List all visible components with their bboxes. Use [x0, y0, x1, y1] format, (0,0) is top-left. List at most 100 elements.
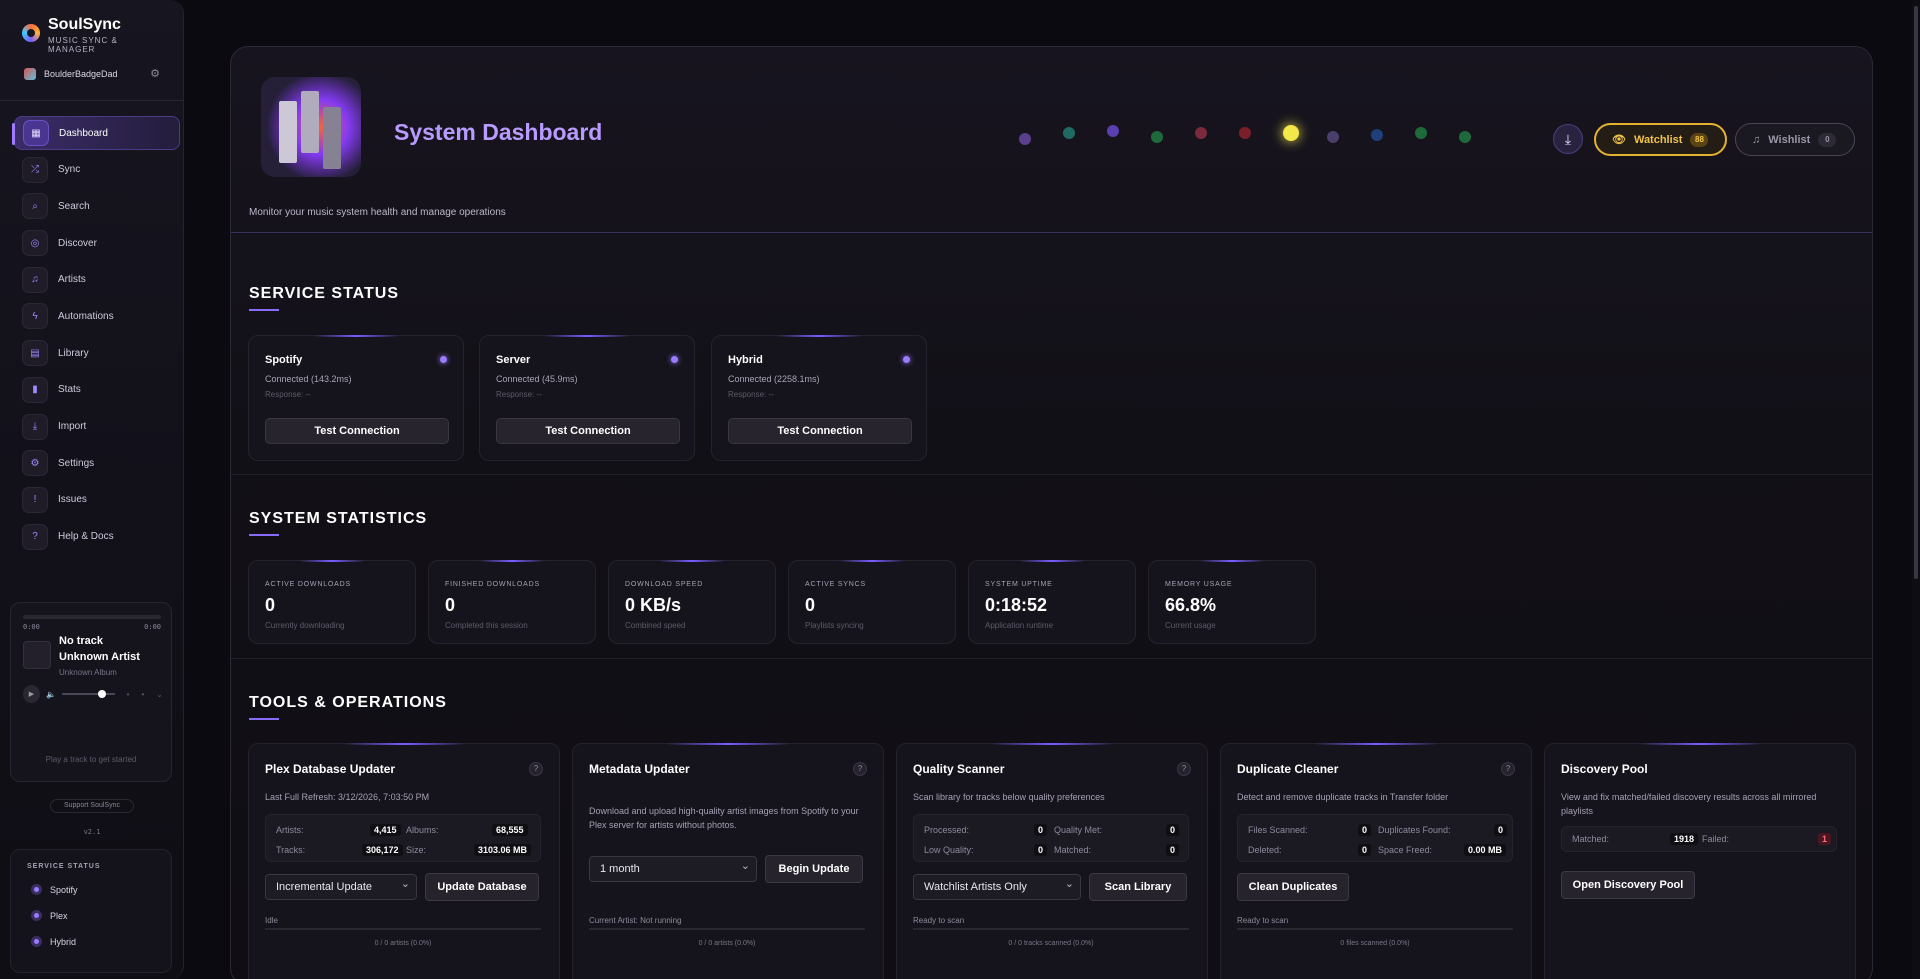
- version-label: v2.1: [83, 828, 101, 836]
- support-button[interactable]: Support SoulSync: [50, 799, 134, 813]
- status-indicator: [903, 356, 910, 363]
- tool-title: Duplicate Cleaner: [1237, 762, 1339, 776]
- help-icon[interactable]: ?: [1177, 762, 1191, 776]
- volume-slider[interactable]: [61, 690, 115, 698]
- sidebar-item-issues[interactable]: ! Issues: [14, 483, 180, 517]
- progress-bar: [913, 928, 1189, 930]
- sidebar-item-dashboard[interactable]: ▦ Dashboard: [12, 116, 180, 150]
- nav-label: Artists: [58, 274, 86, 286]
- scrollbar[interactable]: [1912, 0, 1920, 979]
- service-name: Spotify: [265, 354, 303, 366]
- sidebar-item-artists[interactable]: ♫ Artists: [14, 263, 180, 297]
- gear-icon: ⚙: [22, 450, 48, 477]
- sidebar-item-discover[interactable]: ◎ Discover: [14, 226, 180, 260]
- tool-status: Ready to scan: [1237, 916, 1289, 925]
- stat-num: 0: [1034, 824, 1048, 836]
- tool-title: Metadata Updater: [589, 762, 690, 776]
- time-range-select[interactable]: 1 month: [589, 854, 757, 882]
- alert-icon: !: [22, 486, 48, 513]
- progress-text: 0 / 0 artists (0.0%): [698, 940, 756, 947]
- wishlist-button[interactable]: ♫ Wishlist 0: [1735, 123, 1855, 156]
- play-icon[interactable]: ▶: [23, 685, 40, 703]
- progress-text: 0 files scanned (0.0%): [1340, 940, 1410, 947]
- sidebar-item-search[interactable]: ⌕ Search: [14, 189, 180, 223]
- progress-bar: [589, 928, 865, 930]
- status-light-icon: [1239, 127, 1251, 139]
- nav-label: Dashboard: [59, 127, 108, 139]
- test-connection-button[interactable]: Test Connection: [265, 418, 449, 444]
- service-connection: Connected (2258.1ms): [728, 374, 820, 384]
- update-database-button[interactable]: Update Database: [425, 873, 539, 901]
- stat-num: 306,172: [362, 844, 403, 856]
- brand: SoulSync MUSIC SYNC & MANAGER: [22, 16, 128, 54]
- sidebar-item-sync[interactable]: ⤮ Sync: [14, 153, 180, 187]
- stat-sub: Combined speed: [625, 621, 686, 630]
- stat-num: 4,415: [370, 824, 401, 836]
- page-title: System Dashboard: [394, 119, 603, 145]
- nav-label: Import: [58, 421, 87, 432]
- section-separator: [231, 474, 1872, 475]
- bolt-icon: ϟ: [22, 303, 48, 330]
- music-note-icon: ♫: [22, 266, 48, 293]
- sidebar-item-stats[interactable]: ▮ Stats: [14, 373, 180, 407]
- nav-label: Discover: [58, 237, 97, 249]
- scan-scope-select[interactable]: Watchlist Artists Only: [913, 872, 1081, 900]
- nav-label: Sync: [58, 164, 81, 176]
- tool-title: Plex Database Updater: [265, 762, 396, 776]
- service-name: Server: [496, 354, 531, 366]
- sidebar-item-automations[interactable]: ϟ Automations: [14, 299, 180, 333]
- compass-icon: ◎: [22, 230, 48, 257]
- tool-desc: Download and upload high-quality artist …: [589, 806, 859, 830]
- test-connection-button[interactable]: Test Connection: [728, 418, 912, 444]
- status-light-icon: [1063, 127, 1075, 139]
- open-discovery-pool-button[interactable]: Open Discovery Pool: [1561, 871, 1695, 899]
- help-icon[interactable]: ?: [853, 762, 867, 776]
- watchlist-button[interactable]: 👁 Watchlist 88: [1594, 123, 1727, 156]
- stat-value: 66.8%: [1165, 595, 1217, 615]
- section-underline: [249, 534, 279, 536]
- sidebar-item-import[interactable]: ⤓ Import: [14, 410, 180, 444]
- sidebar-item-settings[interactable]: ⚙ Settings: [14, 446, 180, 480]
- playback-progress-bar[interactable]: [23, 615, 161, 619]
- service-name: Hybrid: [728, 354, 763, 366]
- stat-label: ACTIVE SYNCS: [805, 581, 866, 588]
- begin-update-button[interactable]: Begin Update: [765, 855, 863, 883]
- stat-card-memory-usage: MEMORY USAGE 66.8% Current usage: [1148, 560, 1316, 644]
- duplicate-stats-box: Files Scanned: 0 Duplicates Found: 0 Del…: [1237, 814, 1513, 862]
- settings-icon[interactable]: ⚙: [150, 67, 160, 80]
- sidebar-item-help[interactable]: ? Help & Docs: [14, 520, 180, 554]
- status-label: Spotify: [50, 884, 78, 895]
- stat-num: 0: [1166, 844, 1180, 856]
- repeat-icon[interactable]: •: [141, 690, 144, 699]
- time-total: 0:00: [144, 623, 161, 631]
- nav-label: Settings: [58, 457, 95, 469]
- shuffle-icon[interactable]: •: [127, 690, 130, 699]
- stat-sub: Playlists syncing: [805, 621, 864, 630]
- stat-key: Albums:: [406, 825, 439, 835]
- sidebar-item-library[interactable]: ▤ Library: [14, 336, 180, 370]
- player-controls: ▶ 🔈 • • ⌄: [23, 685, 163, 703]
- downloads-button[interactable]: ⤓: [1553, 124, 1583, 154]
- stat-num: 0: [1358, 824, 1372, 836]
- update-mode-select[interactable]: Incremental Update: [265, 872, 417, 900]
- scrollbar-thumb[interactable]: [1914, 6, 1918, 579]
- discovery-stats-box: Matched: 1918 Failed: 1: [1561, 826, 1837, 852]
- expand-icon[interactable]: ⌄: [156, 690, 163, 699]
- user-profile[interactable]: BoulderBadgeDad ⚙: [24, 67, 160, 80]
- tool-status: Ready to scan: [913, 916, 965, 925]
- volume-icon[interactable]: 🔈: [46, 690, 56, 699]
- help-icon[interactable]: ?: [1501, 762, 1515, 776]
- tool-desc: Last Full Refresh: 3/12/2026, 7:03:50 PM: [265, 792, 430, 802]
- stat-key: Space Freed:: [1378, 845, 1433, 855]
- scan-library-button[interactable]: Scan Library: [1089, 873, 1187, 901]
- help-icon[interactable]: ?: [529, 762, 543, 776]
- stat-key: Deleted:: [1248, 845, 1282, 855]
- test-connection-button[interactable]: Test Connection: [496, 418, 680, 444]
- status-light-icon: [1019, 133, 1031, 145]
- clean-duplicates-button[interactable]: Clean Duplicates: [1237, 873, 1349, 901]
- stat-card-system-uptime: SYSTEM UPTIME 0:18:52 Application runtim…: [968, 560, 1136, 644]
- status-light-icon: [1371, 129, 1383, 141]
- status-light-icon: [1283, 125, 1299, 141]
- progress-bar: [1237, 928, 1513, 930]
- shuffle-icon: ⤮: [22, 156, 48, 183]
